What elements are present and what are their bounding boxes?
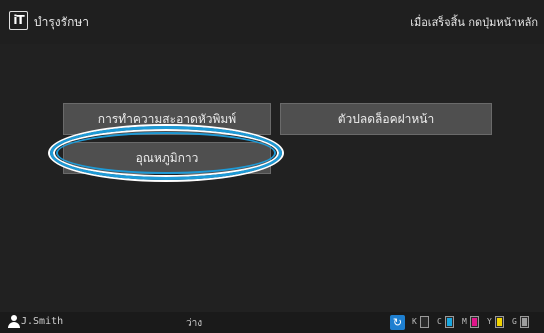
head-cleaning-button[interactable]: การทำความสะอาดหัวพิมพ์ [63, 103, 271, 135]
ink-label: Y [487, 317, 492, 326]
machine-status: ว่าง [186, 318, 203, 329]
ink-level-box [470, 316, 479, 328]
ink-level-box [420, 316, 429, 328]
maintenance-app-icon: iT [9, 11, 28, 30]
ink-k: K [412, 316, 432, 329]
ink-g: G [512, 316, 532, 329]
ink-label: K [412, 317, 417, 326]
maintenance-screen: iT บำรุงรักษา เมื่อเสร็จสิ้น กดปุ่มหน้าห… [0, 0, 544, 333]
user-icon [8, 314, 20, 330]
ink-y: Y [487, 316, 507, 329]
refresh-icon[interactable]: ↻ [390, 315, 405, 330]
status-bar: J.Smith ว่าง ↻ K C M Y G [0, 312, 544, 333]
front-cover-release-button[interactable]: ตัวปลดล็อคฝาหน้า [280, 103, 492, 135]
ink-label: M [462, 317, 467, 326]
ink-c: C [437, 316, 457, 329]
ink-level-box [445, 316, 454, 328]
ink-label: G [512, 317, 517, 326]
page-title: บำรุงรักษา [34, 15, 90, 29]
home-hint-text: เมื่อเสร็จสิ้น กดปุ่มหน้าหลัก [410, 16, 538, 29]
ink-m: M [462, 316, 482, 329]
user-name: J.Smith [21, 316, 64, 327]
ink-level-box [495, 316, 504, 328]
header-bar: iT บำรุงรักษา เมื่อเสร็จสิ้น กดปุ่มหน้าห… [0, 0, 544, 44]
glue-temperature-button[interactable]: อุณหภูมิกาว [63, 142, 271, 174]
ink-level-box [520, 316, 529, 328]
ink-label: C [437, 317, 442, 326]
